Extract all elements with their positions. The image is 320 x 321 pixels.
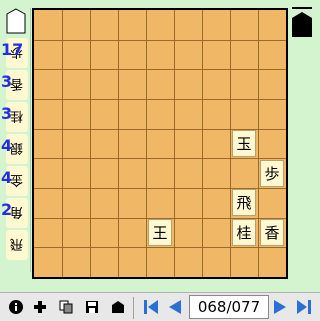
board-grid-line bbox=[34, 158, 286, 159]
first-move-icon[interactable] bbox=[141, 297, 161, 317]
hand-piece-label: 角 bbox=[10, 203, 24, 219]
hand-piece-count: 2 bbox=[1, 200, 13, 219]
toolbar: 068/077 bbox=[0, 292, 320, 321]
turn-indicator-black-icon bbox=[291, 6, 312, 37]
piece-label: 王 bbox=[152, 224, 168, 242]
piece-label: 玉 bbox=[236, 135, 252, 153]
hand-piece-tile: 飛 bbox=[6, 230, 28, 260]
piece-label: 飛 bbox=[236, 194, 252, 212]
board-grid-line bbox=[230, 10, 231, 277]
hand-piece[interactable]: 銀4 bbox=[1, 134, 28, 164]
hand-white: 歩 17 香 3 桂 3 銀 4 金 4 角 2 飛 bbox=[0, 8, 31, 272]
hand-piece[interactable]: 飛 bbox=[2, 230, 28, 260]
move-counter: 068/077 bbox=[189, 295, 269, 319]
next-move-icon[interactable] bbox=[270, 297, 290, 317]
piece-label: 歩 bbox=[264, 165, 280, 183]
board-piece[interactable]: 玉 bbox=[232, 130, 256, 157]
hand-piece[interactable]: 金4 bbox=[1, 166, 28, 196]
board-grid-line bbox=[174, 10, 175, 277]
board-piece[interactable]: 飛 bbox=[232, 189, 256, 216]
hand-piece-count: 17 bbox=[1, 40, 24, 59]
prev-move-icon[interactable] bbox=[165, 297, 185, 317]
hand-piece[interactable]: 角2 bbox=[1, 198, 28, 228]
hand-piece-label: 香 bbox=[10, 75, 24, 91]
board-grid-line bbox=[90, 10, 91, 277]
copy-icon[interactable] bbox=[56, 297, 76, 317]
piece-icon[interactable] bbox=[108, 297, 128, 317]
piece-label: 香 bbox=[264, 224, 280, 242]
board-grid-line bbox=[258, 10, 259, 277]
hand-piece-count: 3 bbox=[1, 72, 13, 91]
hand-piece-label: 飛 bbox=[10, 235, 24, 251]
board-grid-line bbox=[34, 247, 286, 248]
last-move-icon[interactable] bbox=[294, 297, 314, 317]
hand-piece[interactable]: 香3 bbox=[1, 70, 28, 100]
board-grid-line bbox=[118, 10, 119, 277]
board-piece[interactable]: 歩 bbox=[260, 160, 284, 187]
toolbar-divider bbox=[133, 297, 134, 319]
hand-piece-label: 桂 bbox=[10, 107, 24, 123]
hand-piece-label: 銀 bbox=[10, 139, 24, 155]
add-icon[interactable] bbox=[30, 297, 50, 317]
save-icon[interactable] bbox=[82, 297, 102, 317]
piece-label: 桂 bbox=[236, 224, 252, 242]
hand-piece[interactable]: 桂3 bbox=[1, 102, 28, 132]
hand-piece-count: 3 bbox=[1, 104, 13, 123]
board-grid-line bbox=[62, 10, 63, 277]
hand-piece-count: 4 bbox=[1, 136, 13, 155]
board-piece[interactable]: 王 bbox=[148, 219, 172, 246]
board-grid-line bbox=[34, 69, 286, 70]
board-grid-line bbox=[146, 10, 147, 277]
board-piece[interactable]: 桂 bbox=[232, 219, 256, 246]
hand-piece[interactable]: 歩 17 bbox=[1, 38, 28, 68]
hand-piece-count: 4 bbox=[1, 168, 13, 187]
board-grid-line bbox=[202, 10, 203, 277]
info-icon[interactable] bbox=[6, 297, 26, 317]
hand-piece-label: 金 bbox=[10, 171, 24, 187]
board-grid-line bbox=[34, 99, 286, 100]
board-grid-line bbox=[34, 40, 286, 41]
shogi-board[interactable]: 玉歩飛王 桂香 bbox=[32, 8, 288, 279]
board-piece[interactable]: 香 bbox=[260, 219, 284, 246]
